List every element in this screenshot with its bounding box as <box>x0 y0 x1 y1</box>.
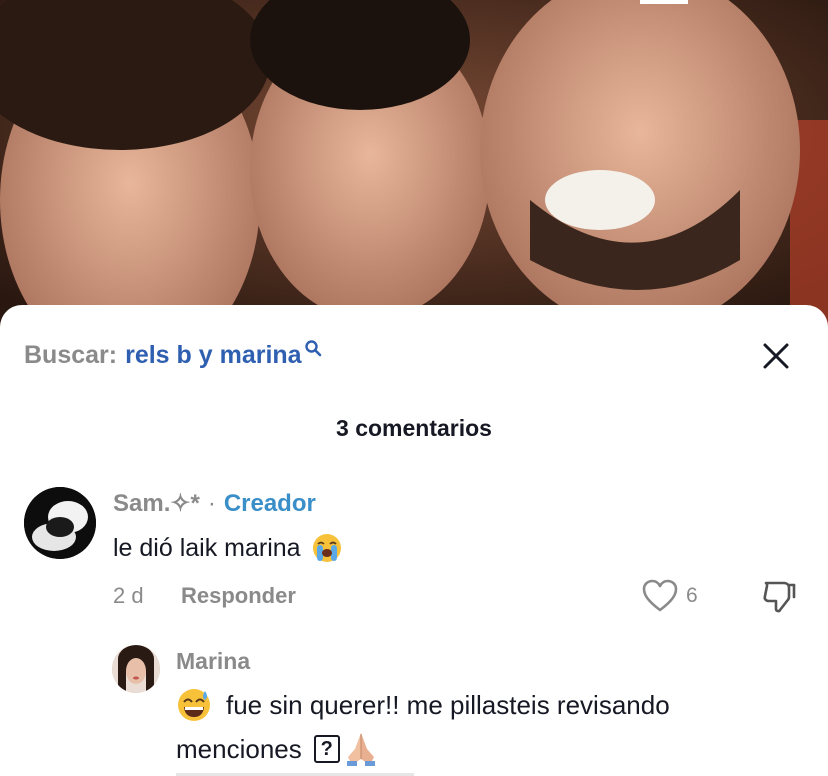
loudly-crying-face-icon <box>312 534 341 562</box>
comments-count: 3 comentarios <box>336 415 492 441</box>
comments-sheet: Buscar: rels b y marina 3 comentarios Sa… <box>0 305 828 776</box>
avatar[interactable] <box>24 487 96 559</box>
folded-hands-icon <box>346 733 375 766</box>
like-count: 6 <box>686 584 698 607</box>
video-background-photo <box>0 0 828 330</box>
comment-age: 2 d <box>113 583 144 608</box>
comment-header: Sam.✧* · Creador <box>113 489 316 518</box>
reply-button[interactable]: Responder <box>181 583 296 609</box>
separator-dot: · <box>207 489 216 517</box>
reply-avatar[interactable] <box>112 645 160 693</box>
dislike-icon[interactable] <box>760 577 798 615</box>
heart-icon[interactable] <box>642 579 678 613</box>
related-search-link[interactable]: Buscar: rels b y marina <box>24 335 322 375</box>
comment-username[interactable]: Sam.✧* <box>113 489 200 518</box>
unknown-glyph-box: ? <box>313 735 340 763</box>
reply-body-line2: menciones <box>176 733 302 764</box>
grinning-face-with-sweat-icon <box>178 689 210 721</box>
comment-body: le dió laik marina <box>113 533 301 562</box>
search-icon <box>304 340 321 357</box>
close-icon[interactable] <box>760 340 792 372</box>
reply-text-line2: menciones ? <box>176 731 378 767</box>
search-prefix-label: Buscar: <box>24 340 118 369</box>
comment-text: le dió laik marina <box>113 532 343 564</box>
search-query-label[interactable]: rels b y marina <box>125 341 301 370</box>
reply-username[interactable]: Marina <box>176 648 250 675</box>
reply-text-line1: fue sin querer!! me pillasteis revisando <box>176 687 670 723</box>
creator-badge: Creador <box>223 489 316 517</box>
reply-body-line1: fue sin querer!! me pillasteis revisando <box>226 689 670 720</box>
